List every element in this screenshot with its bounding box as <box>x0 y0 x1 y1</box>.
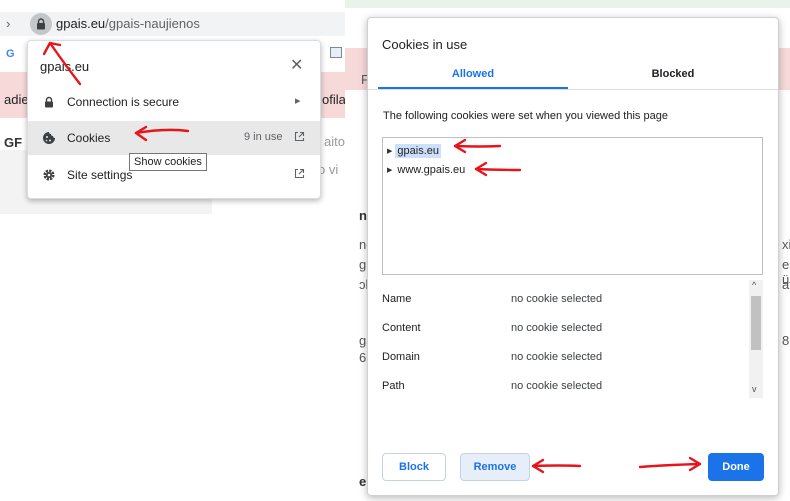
connection-secure-label: Connection is secure <box>67 95 180 109</box>
cookies-in-use-dialog: Cookies in use Allowed Blocked The follo… <box>367 17 779 496</box>
dialog-title: Cookies in use <box>382 37 468 52</box>
cookie-details: Name no cookie selected Content no cooki… <box>382 280 763 398</box>
external-link-icon <box>294 131 305 142</box>
tree-node-label: www.gpais.eu <box>397 164 466 176</box>
detail-row-path: Path no cookie selected <box>382 380 742 400</box>
site-info-popup: gpais.eu ✕ Connection is secure ▸ Cookie… <box>27 40 321 199</box>
tree-node-gpais-eu[interactable]: ▶ gpais.eu <box>387 144 441 160</box>
bookmark-square-icon[interactable] <box>330 47 342 58</box>
page-text-fragment: 8 <box>782 333 790 348</box>
lock-icon <box>45 96 53 108</box>
expand-triangle-icon[interactable]: ▶ <box>387 166 392 174</box>
chevron-right-icon: ▸ <box>295 95 301 107</box>
tree-node-www-gpais-eu[interactable]: ▶ www.gpais.eu <box>387 163 467 179</box>
cookie-tree[interactable]: ▶ gpais.eu ▶ www.gpais.eu <box>382 137 763 275</box>
page-text-fragment: o vi <box>318 162 339 177</box>
external-link-icon <box>294 168 305 179</box>
detail-row-content: Content no cookie selected <box>382 322 742 342</box>
lock-icon <box>37 18 45 30</box>
scroll-thumb[interactable] <box>751 296 761 350</box>
gear-icon <box>43 169 55 181</box>
tab-blocked[interactable]: Blocked <box>578 68 768 80</box>
page-top-bar <box>345 0 790 8</box>
address-bar-leading-glyph: › <box>6 16 11 31</box>
scroll-down-icon[interactable]: v <box>752 384 757 394</box>
site-settings-label: Site settings <box>67 168 133 182</box>
cookies-count: 9 in use <box>244 131 283 143</box>
page-text-fragment: ofila <box>322 92 345 107</box>
page-text-fragment: GF <box>4 135 23 150</box>
detail-value: no cookie selected <box>511 322 603 334</box>
detail-row-name: Name no cookie selected <box>382 293 742 313</box>
block-button[interactable]: Block <box>382 453 446 481</box>
scroll-up-icon[interactable]: ^ <box>752 280 756 290</box>
show-cookies-tooltip: Show cookies <box>129 153 207 171</box>
url-domain: gpais.eu <box>56 16 106 31</box>
done-button[interactable]: Done <box>708 453 764 481</box>
tree-node-label: gpais.eu <box>395 144 441 158</box>
page-text-fragment: xio <box>782 237 790 252</box>
page-text-fragment: adie <box>4 92 29 107</box>
connection-secure-item[interactable]: Connection is secure ▸ <box>28 85 320 119</box>
page-text-fragment: aitos <box>324 134 345 149</box>
expand-triangle-icon[interactable]: ▶ <box>387 147 392 155</box>
remove-button[interactable]: Remove <box>460 453 530 481</box>
detail-label: Name <box>382 293 412 305</box>
detail-label: Content <box>382 322 421 334</box>
page-text-fragment: af <box>782 277 790 292</box>
detail-label: Domain <box>382 351 420 363</box>
google-bookmark-icon[interactable]: G <box>6 48 15 60</box>
page-text-fragment: 6 <box>359 350 367 365</box>
details-scrollbar[interactable]: ^ v <box>749 280 763 398</box>
detail-value: no cookie selected <box>511 293 603 305</box>
tab-allowed[interactable]: Allowed <box>378 68 568 80</box>
right-screenshot: F nu né g C ɔk ga 6 xio e ü af 8 er Cook… <box>345 0 790 501</box>
tab-divider <box>368 89 778 90</box>
detail-value: no cookie selected <box>511 351 603 363</box>
cookie-icon <box>43 132 55 144</box>
detail-value: no cookie selected <box>511 380 603 392</box>
site-info-lock-button[interactable] <box>30 13 52 35</box>
popup-title: gpais.eu <box>40 59 90 74</box>
url-path: /gpais-naujienos <box>105 16 200 31</box>
cookies-label: Cookies <box>67 131 111 145</box>
detail-label: Path <box>382 380 405 392</box>
close-icon[interactable]: ✕ <box>290 55 303 75</box>
cookies-item[interactable]: Cookies 9 in use <box>28 121 320 155</box>
left-screenshot: › gpais.eu/gpais-naujienos G adie ofila … <box>0 0 345 501</box>
dialog-description: The following cookies were set when you … <box>383 110 668 122</box>
url-text[interactable]: gpais.eu/gpais-naujienos <box>56 16 200 31</box>
detail-row-domain: Domain no cookie selected <box>382 351 742 371</box>
